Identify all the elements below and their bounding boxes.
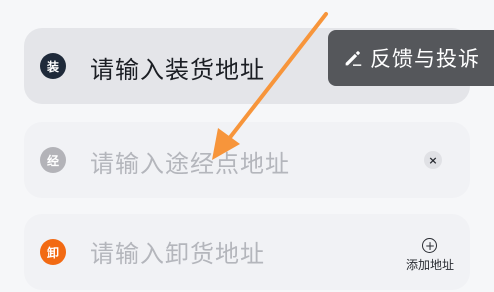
edit-pencil-icon — [345, 51, 362, 66]
feedback-button[interactable]: 反馈与投诉 — [328, 30, 494, 86]
add-circle-icon: + — [422, 238, 438, 253]
add-address-label: 添加地址 — [405, 258, 454, 272]
unload-badge: 卸 — [40, 239, 66, 265]
add-address-button[interactable]: + 添加地址 — [406, 238, 454, 273]
unload-address-input[interactable]: 请输入卸货地址 — [90, 234, 265, 269]
via-address-input[interactable]: 请输入途经点地址 — [90, 144, 290, 179]
feedback-label: 反馈与投诉 — [370, 47, 480, 71]
load-badge: 装 — [40, 53, 66, 79]
clear-via-icon[interactable]: × — [424, 151, 442, 169]
route-address-form: 装 请输入装货地址 经 请输入途经点地址 × 卸 请输入卸货地址 + 添加地址 … — [0, 0, 494, 292]
load-address-input[interactable]: 请输入装货地址 — [90, 50, 265, 85]
via-address-row[interactable]: 经 请输入途经点地址 × — [24, 122, 470, 198]
via-badge: 经 — [40, 147, 66, 173]
unload-address-row[interactable]: 卸 请输入卸货地址 + 添加地址 — [24, 214, 470, 290]
